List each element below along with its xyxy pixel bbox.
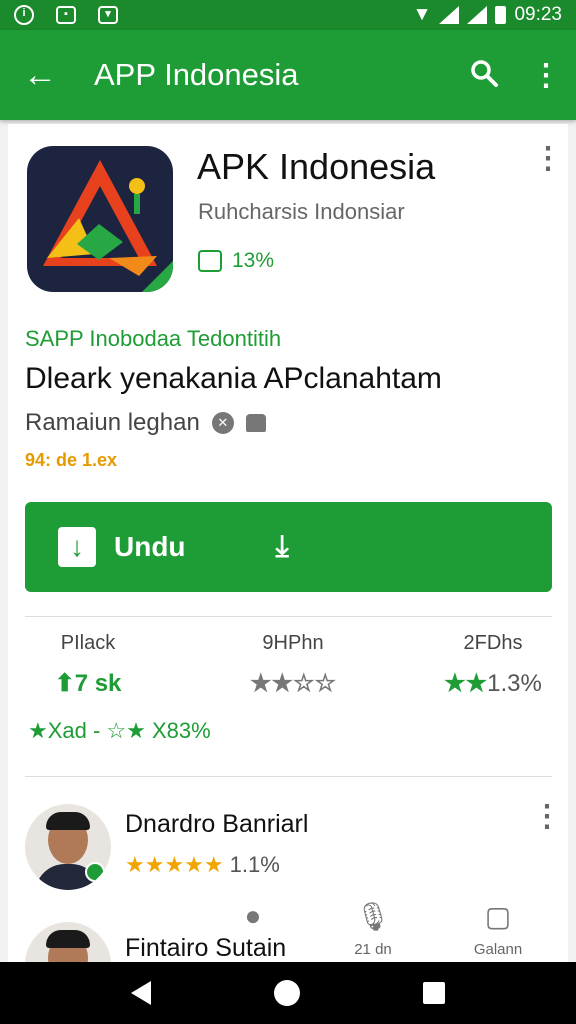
app-logo-icon	[27, 146, 173, 292]
search-icon[interactable]	[452, 58, 516, 93]
close-circle-icon: ✕	[211, 412, 234, 434]
review-pct: 1.1%	[229, 852, 280, 877]
download-box-icon: ↓	[58, 527, 96, 567]
divider	[25, 616, 552, 617]
person-icon: ●	[244, 900, 262, 931]
more-vert-icon[interactable]: ⋮	[533, 144, 563, 174]
battery-icon	[495, 6, 507, 24]
info-icon: i	[14, 5, 34, 25]
rating-stars: ★★	[444, 670, 488, 697]
nav-home-icon[interactable]	[273, 980, 300, 1006]
microphone-icon: 🎙	[355, 901, 391, 932]
mic-action[interactable]: 🎙 21 dn	[353, 900, 393, 958]
rating-box-icon	[198, 250, 222, 272]
avatar	[25, 804, 111, 890]
app-bar-title: APP Indonesia	[94, 57, 299, 92]
rating-badge-text: 13%	[232, 249, 275, 272]
app-details-card: APK Indonesia ⋮ Ruhcharsis Indonsiar 13%…	[8, 124, 568, 964]
person-action[interactable]: ●	[233, 900, 273, 932]
stat-downloads: PIlack ⬆7 sk	[38, 632, 138, 698]
nav-recents-icon[interactable]	[422, 982, 445, 1004]
download-icon: ⤓	[275, 530, 289, 563]
stat-value: ★★1.3%	[438, 669, 548, 698]
avatar	[25, 922, 111, 964]
stat-label: PIlack	[60, 632, 116, 654]
reviewer-name: Fintairo Sutain	[125, 934, 287, 962]
status-left-icons: i ▪ ▾	[14, 5, 118, 25]
home-icon	[245, 414, 266, 432]
stat-size: 2FDhs ★★1.3%	[438, 632, 548, 698]
tablet-caption: Galann	[473, 941, 523, 958]
app-bar: ← APP Indonesia ⋮	[0, 30, 576, 120]
status-time: 09:23	[514, 4, 562, 25]
content-rating: 13%	[198, 249, 274, 273]
combo-text: Xad - ☆★ X83%	[47, 718, 211, 743]
reviewer-name: Dnardro Banriarl	[125, 810, 309, 838]
signal-icon	[439, 6, 460, 24]
meta-text: 94: de 1.ex	[25, 450, 118, 470]
install-button[interactable]: ↓ Undu ⤓	[25, 502, 552, 592]
stat-rating: 9HPhn ★★☆☆	[233, 632, 353, 698]
review-stars: ★★★★★ 1.1%	[125, 852, 280, 877]
install-label: Undu	[114, 531, 186, 562]
navigation-bar	[0, 962, 576, 1024]
stat-downloads-value: 7 sk	[74, 670, 122, 697]
status-bar: i ▪ ▾ ▼ 09:23	[0, 0, 576, 30]
combo-line: ★Xad - ☆★ X83%	[28, 718, 211, 743]
tagline: SAPP Inobodaa Tedontitih	[25, 326, 282, 351]
more-vert-icon[interactable]: ⋮	[532, 802, 562, 832]
wifi-icon: ▼	[412, 4, 432, 25]
notification-icon: ▪	[56, 6, 76, 24]
tablet-icon: ▢	[484, 901, 512, 932]
stat-label: 9HPhn	[262, 632, 324, 654]
subline-text: Ramaiun leghan	[25, 409, 200, 436]
mail-icon: ▾	[98, 6, 118, 24]
developer-name[interactable]: Ruhcharsis Indonsiar	[198, 199, 405, 225]
back-arrow-icon[interactable]: ←	[0, 56, 80, 95]
more-vert-icon[interactable]: ⋮	[516, 58, 576, 93]
divider	[25, 776, 552, 777]
arrow-up-icon: ⬆	[54, 670, 75, 697]
tablet-action[interactable]: ▢ Galann	[468, 900, 528, 958]
stat-label: 2FDhs	[463, 632, 523, 654]
signal-icon-2	[467, 6, 488, 24]
subline: Ramaiun leghan ✕	[25, 409, 266, 437]
mic-caption: 21 dn	[354, 941, 392, 958]
stat-size-value: 1.3%	[487, 670, 542, 697]
nav-back-icon[interactable]	[131, 981, 152, 1005]
rating-stars: ★★☆☆	[249, 670, 337, 697]
stat-value: ⬆7 sk	[38, 669, 138, 698]
headline: Dleark yenakania APclanahtam	[25, 362, 442, 395]
status-right-icons: ▼ 09:23	[413, 4, 562, 26]
app-name: APK Indonesia	[197, 146, 436, 187]
